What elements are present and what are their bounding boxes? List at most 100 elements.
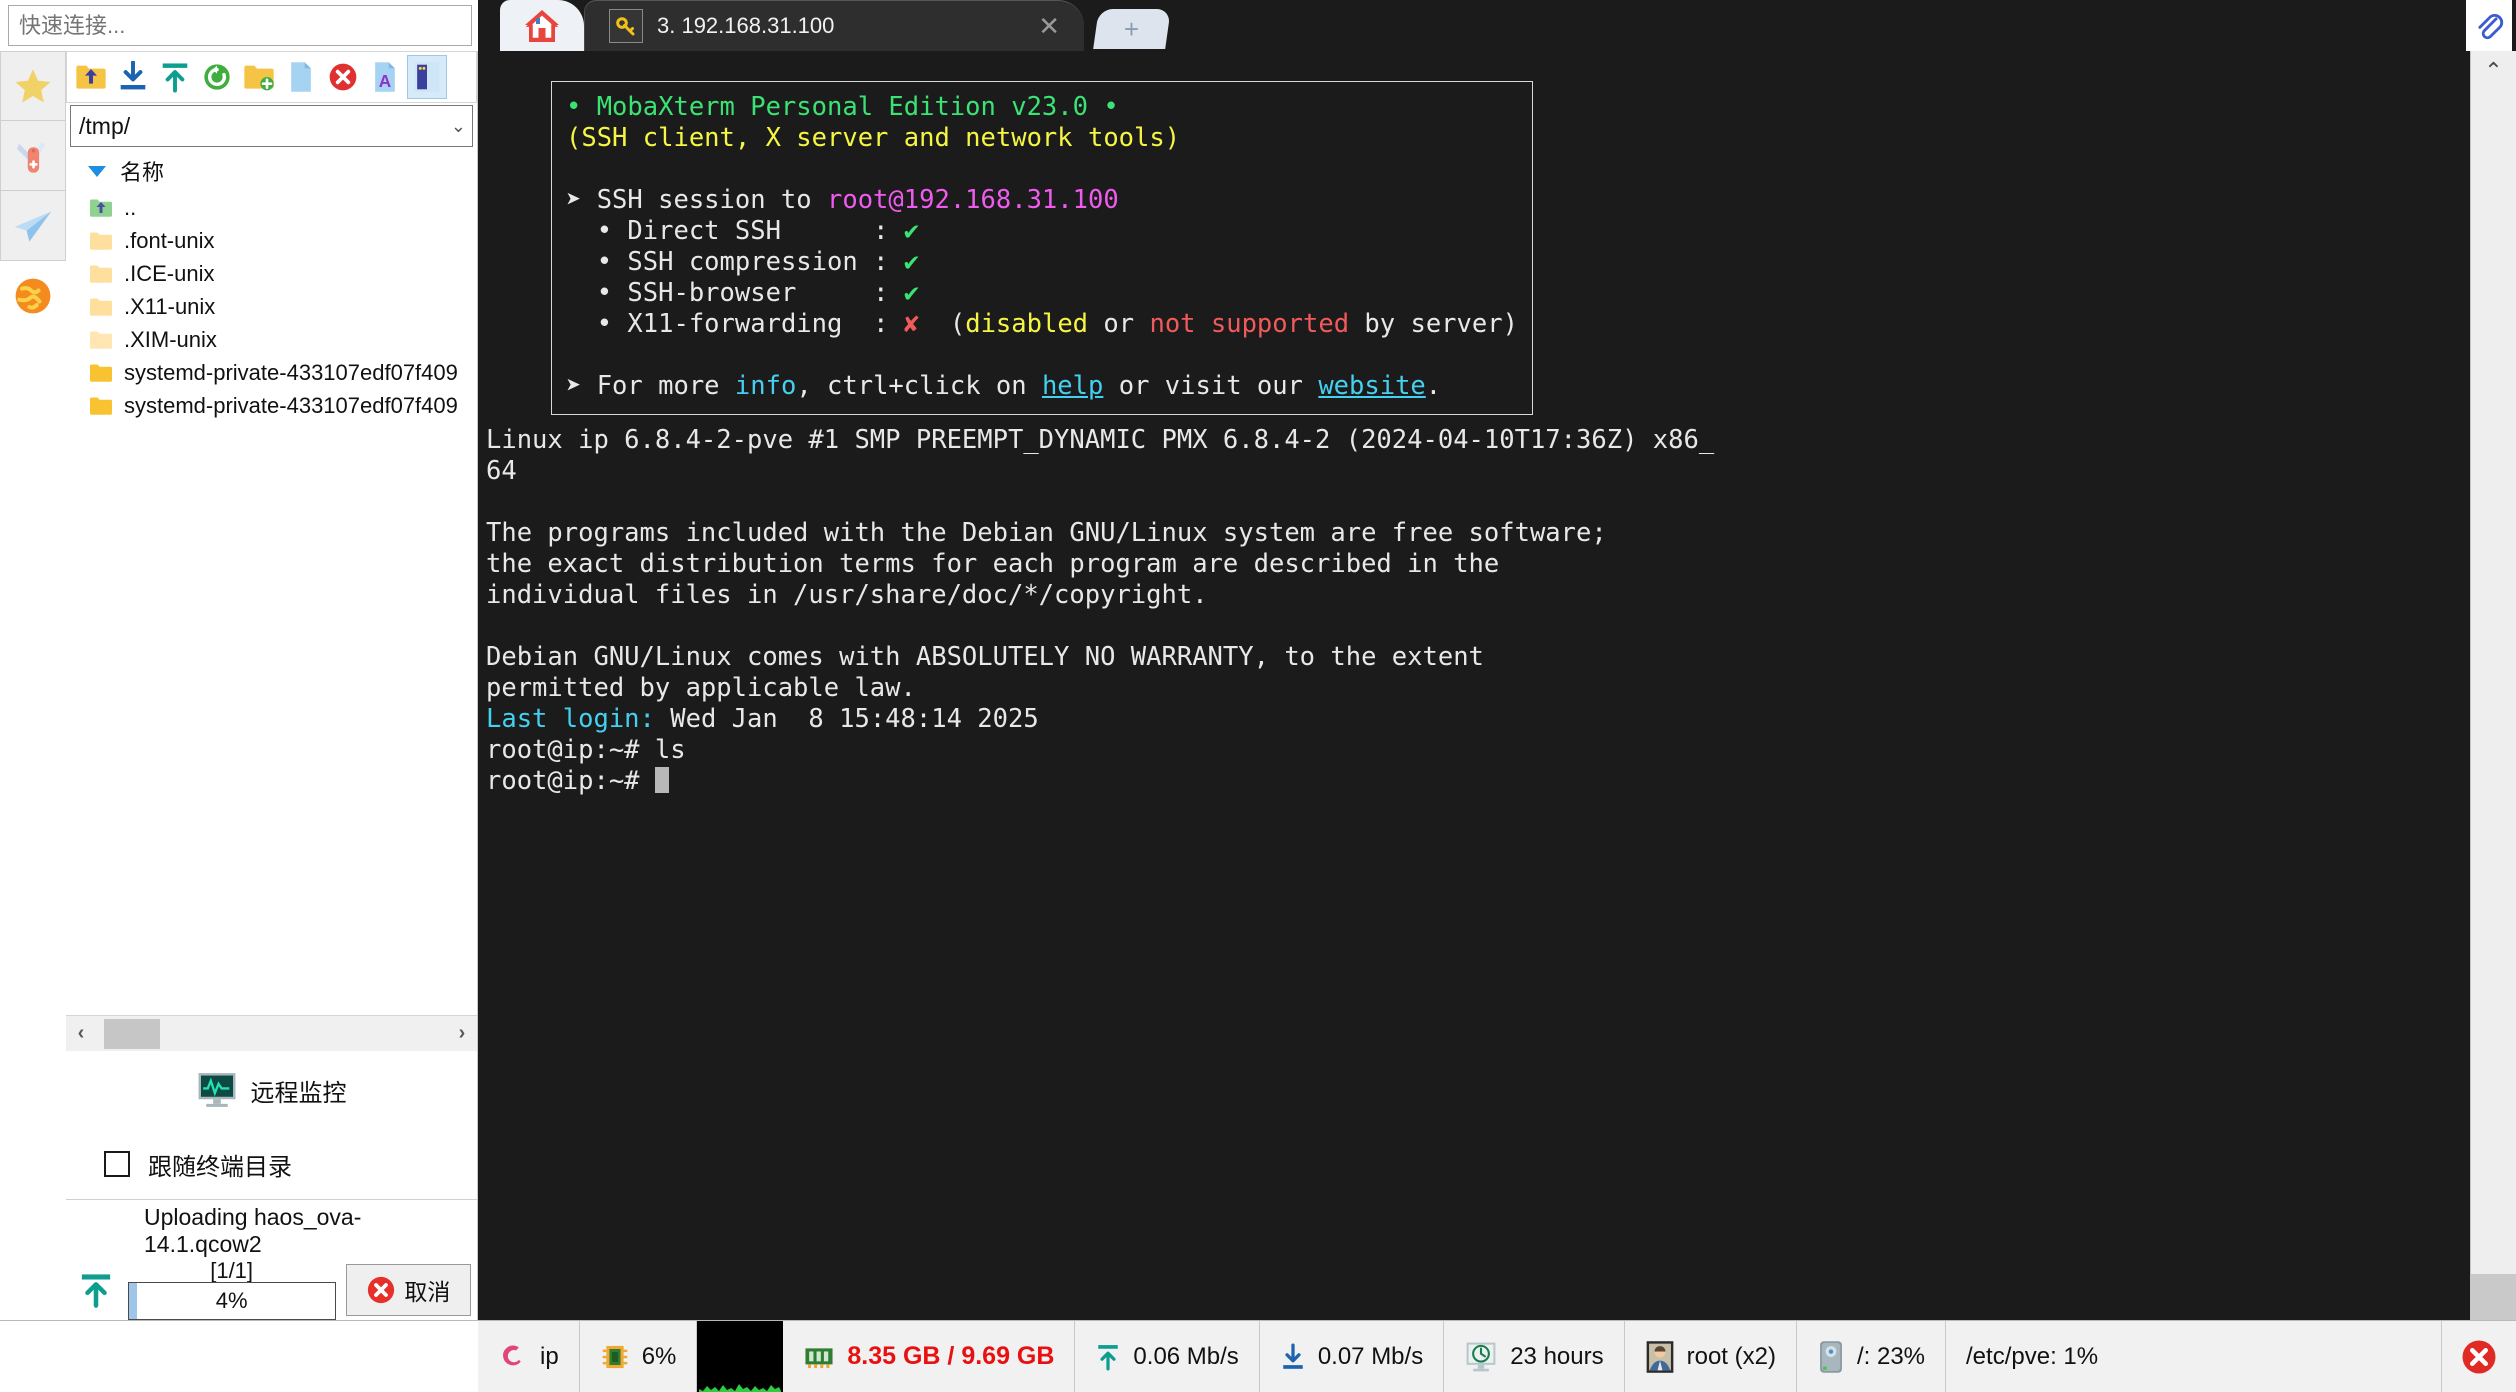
file-name: .ICE-unix bbox=[124, 260, 215, 286]
list-item[interactable]: systemd-private-433107edf07f409 bbox=[88, 356, 477, 389]
row-value: ✔ bbox=[903, 278, 920, 308]
paperclip-icon bbox=[2478, 13, 2504, 39]
upload-row: [1/1] 4% 取消 bbox=[66, 1258, 477, 1320]
list-item[interactable]: .XIM-unix bbox=[88, 323, 477, 356]
scroll-track[interactable] bbox=[96, 1016, 447, 1051]
new-folder-icon[interactable] bbox=[239, 55, 279, 99]
list-item[interactable]: .. bbox=[88, 191, 477, 224]
upload-count: [1/1] bbox=[210, 1258, 254, 1283]
upload-arrow-icon bbox=[74, 1270, 118, 1310]
column-header-row[interactable]: 名称 bbox=[66, 147, 477, 191]
upload-icon bbox=[1098, 1344, 1119, 1371]
status-close-button[interactable] bbox=[2442, 1321, 2516, 1392]
status-cpu-label: 6% bbox=[641, 1342, 677, 1370]
rail-item-favorites[interactable] bbox=[0, 51, 66, 121]
delete-icon[interactable] bbox=[323, 55, 363, 99]
sftp-toolbar: A bbox=[66, 51, 477, 103]
follow-terminal-row[interactable]: 跟随终端目录 bbox=[66, 1129, 477, 1199]
folder-up-icon[interactable] bbox=[71, 55, 111, 99]
chevron-down-icon[interactable]: ⌄ bbox=[451, 116, 466, 137]
parent-folder-icon bbox=[90, 199, 112, 217]
cancel-upload-button[interactable]: 取消 bbox=[345, 1264, 471, 1316]
folder-icon bbox=[90, 298, 112, 316]
home-tab[interactable] bbox=[500, 0, 584, 51]
attachment-button[interactable] bbox=[2466, 0, 2512, 51]
status-users[interactable]: root (x2) bbox=[1625, 1321, 1797, 1392]
disk-icon bbox=[1820, 1340, 1842, 1373]
path-combobox[interactable]: /tmp/ ⌄ bbox=[70, 105, 473, 147]
status-uptime[interactable]: 23 hours bbox=[1444, 1321, 1625, 1392]
motd-line: Debian GNU/Linux comes with ABSOLUTELY N… bbox=[486, 642, 1484, 672]
session-prefix: ➤ SSH session to bbox=[566, 185, 827, 215]
follow-terminal-checkbox[interactable] bbox=[104, 1151, 130, 1177]
cancel-label: 取消 bbox=[404, 1279, 451, 1305]
scroll-thumb[interactable] bbox=[104, 1019, 160, 1049]
upload-icon[interactable] bbox=[155, 55, 195, 99]
tab-close-icon[interactable]: ✕ bbox=[1030, 11, 1068, 42]
status-download-speed[interactable]: 0.07 Mb/s bbox=[1260, 1321, 1445, 1392]
folder-icon bbox=[90, 232, 112, 250]
status-cpu[interactable]: 6% bbox=[580, 1321, 698, 1392]
scroll-up-icon[interactable]: ⌃ bbox=[2484, 51, 2502, 91]
star-icon bbox=[15, 69, 51, 103]
folder-icon bbox=[90, 397, 112, 415]
body: A /tmp/ ⌄ 名称 .. .font-unix .ICE-unix .X1… bbox=[0, 51, 2516, 1320]
upload-progress-bar: 4% bbox=[127, 1282, 336, 1320]
quick-connect-input[interactable] bbox=[8, 5, 472, 46]
terminal-tab[interactable]: 3. 192.168.31.100 ✕ bbox=[584, 0, 1084, 51]
status-upload-label: 0.06 Mb/s bbox=[1133, 1342, 1239, 1370]
row-label: • SSH compression bbox=[596, 247, 858, 277]
new-file-icon[interactable] bbox=[281, 55, 321, 99]
scroll-thumb[interactable] bbox=[2471, 1274, 2516, 1320]
mobaxterm-banner: • MobaXterm Personal Edition v23.0 • (SS… bbox=[551, 81, 1533, 415]
status-upload-speed[interactable]: 0.06 Mb/s bbox=[1075, 1321, 1260, 1392]
text-file-icon[interactable]: A bbox=[365, 55, 405, 99]
cpu-graph-svg bbox=[697, 1321, 784, 1392]
last-login-label: Last login: bbox=[486, 704, 655, 734]
remote-monitoring-button[interactable]: 远程监控 bbox=[66, 1051, 477, 1129]
list-item[interactable]: .font-unix bbox=[88, 224, 477, 257]
left-icon-rail bbox=[0, 51, 66, 1320]
row-pad bbox=[858, 247, 873, 277]
status-disk[interactable]: /: 23% bbox=[1797, 1321, 1947, 1392]
tab-title: 3. 192.168.31.100 bbox=[657, 13, 835, 38]
rail-item-globe[interactable] bbox=[0, 261, 66, 331]
status-host[interactable]: ip bbox=[478, 1321, 580, 1392]
footer-info: info bbox=[734, 371, 797, 401]
last-login-value: Wed Jan 8 15:48:14 2025 bbox=[654, 704, 1039, 734]
rail-item-send[interactable] bbox=[0, 191, 66, 261]
list-item[interactable]: .X11-unix bbox=[88, 290, 477, 323]
terminal-output[interactable]: • MobaXterm Personal Edition v23.0 • (SS… bbox=[478, 51, 2470, 1320]
status-bar: ip 6% 8.35 GB / 9.69 GB 0.06 Mb/s 0.07 M… bbox=[0, 1320, 2516, 1392]
banner-subtitle: (SSH client, X server and network tools) bbox=[566, 123, 1181, 153]
row-label: • X11-forwarding bbox=[596, 309, 843, 339]
panel-toggle-icon[interactable] bbox=[407, 55, 447, 99]
new-tab-button[interactable]: + bbox=[1093, 9, 1171, 49]
list-item[interactable]: systemd-private-433107edf07f409 bbox=[88, 389, 477, 422]
upload-title: Uploading haos_ova-14.1.qcow2 bbox=[144, 1204, 362, 1257]
row-value: ✔ bbox=[903, 247, 920, 277]
row-label: • Direct SSH bbox=[596, 216, 781, 246]
scroll-right-icon[interactable]: › bbox=[447, 1022, 477, 1045]
folder-icon bbox=[90, 331, 112, 349]
quick-connect-area bbox=[0, 0, 478, 51]
globe-icon bbox=[15, 278, 51, 314]
website-link[interactable]: website bbox=[1318, 371, 1425, 401]
file-list[interactable]: .. .font-unix .ICE-unix .X11-unix .XIM-u… bbox=[66, 191, 477, 1015]
status-left-pad bbox=[0, 1321, 478, 1392]
motd-line: the exact distribution terms for each pr… bbox=[486, 549, 1500, 579]
status-disk-pve[interactable]: /etc/pve: 1% bbox=[1946, 1321, 2118, 1392]
row-value: ✔ bbox=[903, 216, 920, 246]
cpu-graph[interactable] bbox=[697, 1321, 784, 1392]
rail-item-tools[interactable] bbox=[0, 121, 66, 191]
download-icon[interactable] bbox=[113, 55, 153, 99]
refresh-icon[interactable] bbox=[197, 55, 237, 99]
help-link[interactable]: help bbox=[1042, 371, 1103, 401]
scroll-left-icon[interactable]: ‹ bbox=[66, 1022, 96, 1045]
terminal-vertical-scrollbar[interactable]: ⌃ bbox=[2470, 51, 2516, 1320]
file-name: .font-unix bbox=[124, 227, 215, 253]
scroll-track[interactable] bbox=[2471, 91, 2516, 1274]
horizontal-scrollbar[interactable]: ‹ › bbox=[66, 1015, 477, 1051]
status-memory[interactable]: 8.35 GB / 9.69 GB bbox=[783, 1321, 1076, 1392]
list-item[interactable]: .ICE-unix bbox=[88, 257, 477, 290]
